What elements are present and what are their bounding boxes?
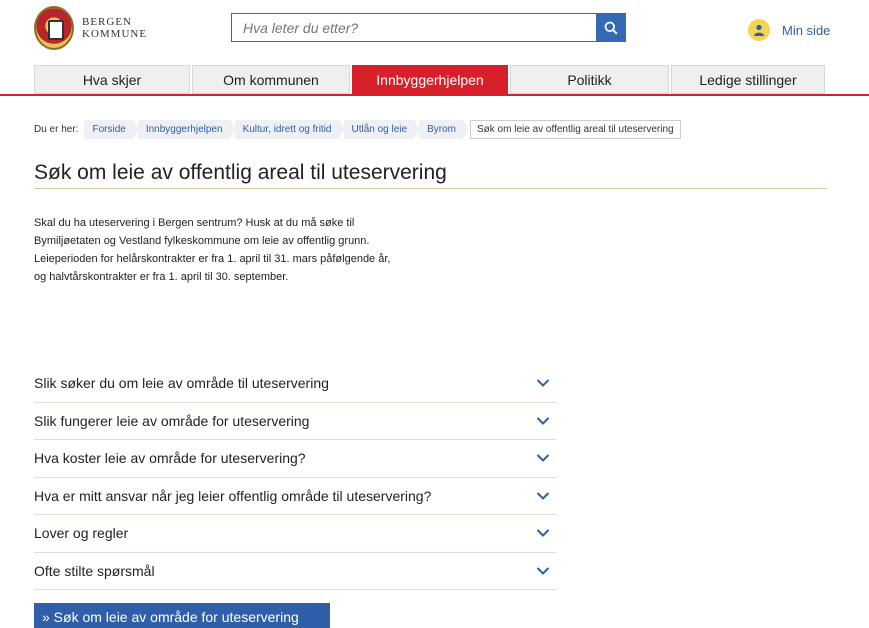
logo-line-1: BERGEN: [82, 16, 132, 28]
nav-item-om-kommunen[interactable]: Om kommunen: [192, 65, 350, 94]
chevron-down-icon: [536, 454, 550, 463]
search-icon: [604, 21, 618, 35]
accordion-label: Slik fungerer leie av område for uteserv…: [34, 412, 310, 429]
breadcrumb-link[interactable]: Kultur, idrett og fritid: [234, 120, 345, 139]
bergen-kommune-logo[interactable]: BERGEN KOMMUNE: [34, 6, 147, 50]
nav-label: Innbyggerhjelpen: [376, 71, 484, 88]
apply-button[interactable]: » Søk om leie av område for uteservering: [34, 603, 330, 628]
accordion-label: Lover og regler: [34, 525, 129, 542]
accordion-item[interactable]: Hva er mitt ansvar når jeg leier offentl…: [34, 478, 556, 515]
intro-text: Skal du ha uteservering i Bergen sentrum…: [34, 214, 454, 286]
chevron-down-icon: [536, 529, 550, 538]
logo-line-2: KOMMUNE: [82, 28, 148, 40]
title-divider: [34, 188, 827, 189]
nav-label: Ledige stillinger: [699, 71, 797, 88]
nav-label: Hva skjer: [82, 71, 142, 88]
nav-label: Om kommunen: [223, 71, 319, 88]
chevron-down-icon: [536, 379, 550, 388]
chevron-down-icon: [536, 567, 550, 575]
page-title: Søk om leie av offentlig areal til utese…: [34, 161, 447, 184]
accordion-label: Ofte stilte spørsmål: [34, 562, 155, 579]
nav-item-ledige-stillinger[interactable]: Ledige stillinger: [671, 65, 825, 94]
search-box: [231, 13, 596, 42]
accordion-label: Hva koster leie av område for uteserveri…: [34, 450, 306, 467]
breadcrumb-current: Søk om leie av offentlig areal til utese…: [470, 120, 681, 139]
breadcrumb-link[interactable]: Byrom: [419, 120, 469, 139]
accordion-label: Slik søker du om leie av område til utes…: [34, 375, 329, 392]
logo-text: BERGEN KOMMUNE: [82, 16, 147, 40]
breadcrumb-link[interactable]: Innbyggerhjelpen: [137, 120, 236, 139]
accordion: Slik søker du om leie av område til utes…: [34, 365, 556, 590]
accordion-item[interactable]: Ofte stilte spørsmål: [34, 553, 556, 590]
intro-line: og halvtårskontrakter er fra 1. april ti…: [34, 271, 289, 283]
nav-item-hva-skjer[interactable]: Hva skjer: [34, 65, 190, 94]
min-side-label: Min side: [782, 22, 831, 38]
nav-label: Politikk: [567, 71, 612, 88]
accordion-label: Hva er mitt ansvar når jeg leier offentl…: [34, 487, 432, 504]
intro-line: Skal du ha uteservering i Bergen sentrum…: [34, 217, 355, 229]
breadcrumb-link[interactable]: Forside: [84, 120, 140, 139]
search-input[interactable]: [232, 14, 596, 41]
breadcrumb-prefix: Du er her:: [34, 124, 79, 135]
breadcrumb-link[interactable]: Utlån og leie: [343, 120, 420, 139]
user-icon: [748, 19, 770, 41]
search-button[interactable]: [596, 13, 626, 42]
chevron-down-icon: [536, 417, 550, 425]
accordion-item[interactable]: Slik fungerer leie av område for uteserv…: [34, 403, 556, 440]
intro-line: Bymiljøetaten og Vestland fylkeskommune …: [34, 235, 370, 247]
min-side-link[interactable]: Min side: [748, 19, 830, 41]
chevron-down-icon: [536, 492, 550, 500]
coat-of-arms-icon: [34, 6, 74, 50]
main-nav: Hva skjer Om kommunen Innbyggerhjelpen P…: [34, 65, 827, 94]
site-header: BERGEN KOMMUNE Min side: [0, 0, 869, 60]
breadcrumb: Du er her: Forside Innbyggerhjelpen Kult…: [34, 120, 681, 139]
nav-item-innbyggerhjelpen[interactable]: Innbyggerhjelpen: [352, 65, 508, 94]
accordion-item[interactable]: Hva koster leie av område for uteserveri…: [34, 440, 556, 478]
accordion-item[interactable]: Slik søker du om leie av område til utes…: [34, 365, 556, 403]
nav-divider: [0, 94, 869, 96]
intro-line: Leieperioden for helårskontrakter er fra…: [34, 253, 391, 265]
accordion-item[interactable]: Lover og regler: [34, 515, 556, 553]
nav-item-politikk[interactable]: Politikk: [510, 65, 669, 94]
